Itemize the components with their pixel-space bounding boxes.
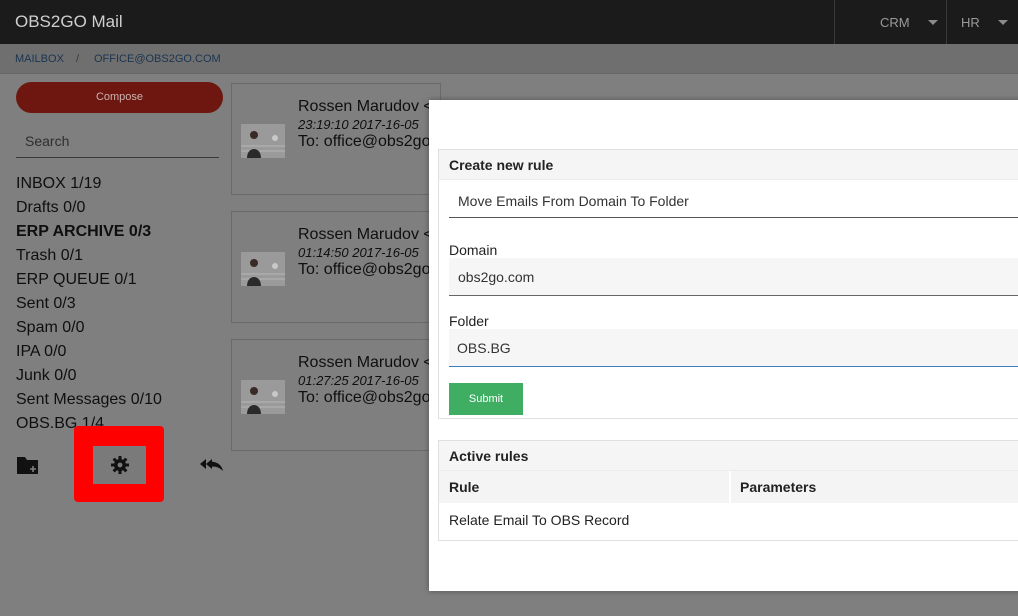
folder-item[interactable]: Spam 0/0	[16, 316, 162, 340]
create-rule-panel: Create new rule Move Emails From Domain …	[438, 149, 1018, 419]
top-navbar: OBS2GO Mail CRM HR	[0, 0, 1018, 44]
folder-item[interactable]: Trash 0/1	[16, 244, 162, 268]
column-header-rule: Rule	[439, 471, 731, 503]
folder-input[interactable]: OBS.BG	[449, 329, 1018, 367]
folder-item[interactable]: Sent 0/3	[16, 292, 162, 316]
email-recipient: To: office@obs2go	[298, 389, 431, 406]
breadcrumb-account[interactable]: OFFICE@OBS2GO.COM	[94, 53, 221, 65]
breadcrumb-mailbox[interactable]: MAILBOX	[15, 53, 64, 65]
email-list-item[interactable]: Rossen Marudov < 01:14:50 2017-16-05 To:…	[231, 211, 441, 323]
rule-name-cell: Relate Email To OBS Record	[449, 512, 630, 528]
nav-crm-label: CRM	[880, 14, 910, 30]
table-header: Rule Parameters	[439, 471, 1018, 503]
folder-item[interactable]: ERP ARCHIVE 0/3	[16, 220, 162, 244]
breadcrumb: MAILBOX / OFFICE@OBS2GO.COM	[0, 44, 1018, 74]
settings-button[interactable]	[93, 446, 146, 484]
nav-crm-dropdown[interactable]: CRM	[834, 0, 946, 44]
active-rules-title: Active rules	[439, 441, 1018, 471]
create-rule-title: Create new rule	[439, 150, 1018, 180]
submit-button[interactable]: Submit	[449, 383, 523, 415]
avatar	[241, 380, 285, 414]
active-rules-table: Rule Parameters Relate Email To OBS Reco…	[439, 471, 1018, 537]
folder-label: Folder	[449, 313, 489, 329]
search-input[interactable]	[16, 124, 219, 158]
compose-button[interactable]: Compose	[16, 82, 223, 113]
folder-item[interactable]: Sent Messages 0/10	[16, 388, 162, 412]
folder-item[interactable]: Junk 0/0	[16, 364, 162, 388]
rules-modal: Create new rule Move Emails From Domain …	[429, 100, 1018, 591]
table-row[interactable]: Relate Email To OBS Record	[439, 503, 1018, 537]
app-title[interactable]: OBS2GO Mail	[15, 12, 123, 32]
folder-item[interactable]: ERP QUEUE 0/1	[16, 268, 162, 292]
reply-all-icon[interactable]	[199, 457, 225, 473]
email-list-item[interactable]: Rossen Marudov < 01:27:25 2017-16-05 To:…	[231, 339, 441, 451]
email-recipient: To: office@obs2go	[298, 261, 431, 278]
folder-item[interactable]: INBOX 1/19	[16, 172, 162, 196]
folder-list: INBOX 1/19 Drafts 0/0 ERP ARCHIVE 0/3 Tr…	[16, 172, 162, 436]
folder-item[interactable]: IPA 0/0	[16, 340, 162, 364]
breadcrumb-separator: /	[76, 53, 80, 65]
nav-hr-dropdown[interactable]: HR	[946, 0, 1018, 44]
domain-input[interactable]: obs2go.com	[449, 258, 1018, 296]
email-sender: Rossen Marudov <	[298, 354, 433, 371]
nav-hr-label: HR	[961, 14, 980, 30]
email-timestamp: 01:14:50 2017-16-05	[298, 245, 419, 260]
avatar	[241, 124, 285, 158]
chevron-down-icon	[997, 19, 1008, 25]
column-header-parameters: Parameters	[740, 479, 817, 495]
email-timestamp: 01:27:25 2017-16-05	[298, 373, 419, 388]
email-list-item[interactable]: Rossen Marudov < 23:19:10 2017-16-05 To:…	[231, 83, 441, 195]
active-rules-panel: Active rules Rule Parameters Relate Emai…	[438, 440, 1018, 541]
gear-icon	[110, 456, 129, 474]
email-recipient: To: office@obs2go	[298, 133, 431, 150]
email-sender: Rossen Marudov <	[298, 226, 433, 243]
chevron-down-icon	[927, 19, 938, 25]
email-timestamp: 23:19:10 2017-16-05	[298, 117, 419, 132]
avatar	[241, 252, 285, 286]
domain-label: Domain	[449, 242, 498, 258]
folder-item[interactable]: Drafts 0/0	[16, 196, 162, 220]
email-sender: Rossen Marudov <	[298, 98, 433, 115]
rule-type-select[interactable]: Move Emails From Domain To Folder	[449, 180, 1018, 218]
folder-plus-icon[interactable]	[16, 454, 40, 476]
